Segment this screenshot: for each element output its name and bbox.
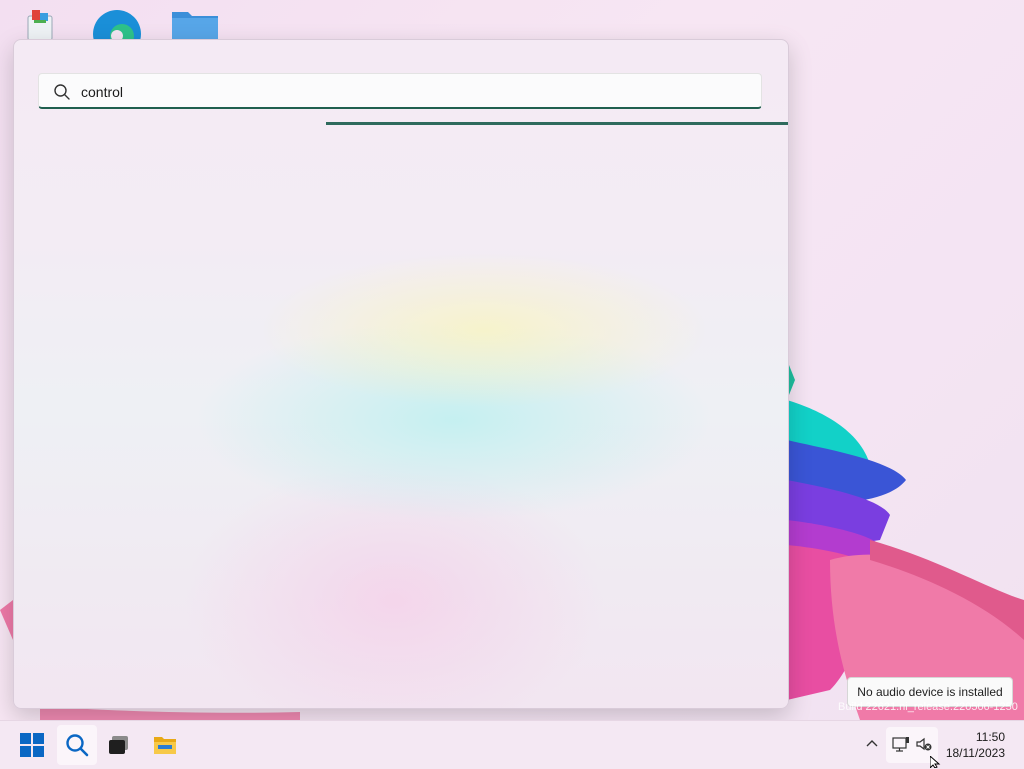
taskbar-search-button[interactable] bbox=[57, 725, 97, 765]
file-explorer-button[interactable] bbox=[145, 725, 185, 765]
edge-browser-icon[interactable] bbox=[90, 4, 144, 58]
windows-logo-icon bbox=[20, 733, 44, 757]
search-icon bbox=[66, 734, 89, 757]
search-panel bbox=[13, 39, 789, 709]
recycle-bin-icon[interactable] bbox=[14, 4, 68, 41]
clock-time: 11:50 bbox=[975, 730, 1005, 744]
taskbar: 11:50 18/11/2023 bbox=[0, 720, 1024, 769]
clock[interactable]: 11:50 18/11/2023 bbox=[946, 729, 1005, 761]
start-button[interactable] bbox=[12, 725, 52, 765]
search-progress-bar bbox=[326, 122, 788, 125]
folder-icon[interactable] bbox=[168, 4, 222, 40]
build-watermark: Build 22621.ni_release.220506-1250 bbox=[838, 701, 1018, 713]
speaker-muted-icon bbox=[916, 737, 932, 751]
network-icon bbox=[892, 737, 909, 752]
mouse-cursor-icon bbox=[930, 756, 941, 768]
search-icon bbox=[54, 84, 70, 100]
clock-date: 18/11/2023 bbox=[945, 746, 1005, 760]
chevron-up-icon[interactable] bbox=[862, 733, 882, 753]
file-explorer-icon bbox=[154, 737, 176, 754]
search-box[interactable] bbox=[38, 73, 762, 109]
search-input[interactable] bbox=[79, 80, 743, 104]
task-view-button[interactable] bbox=[99, 725, 139, 765]
task-view-icon bbox=[109, 736, 128, 754]
